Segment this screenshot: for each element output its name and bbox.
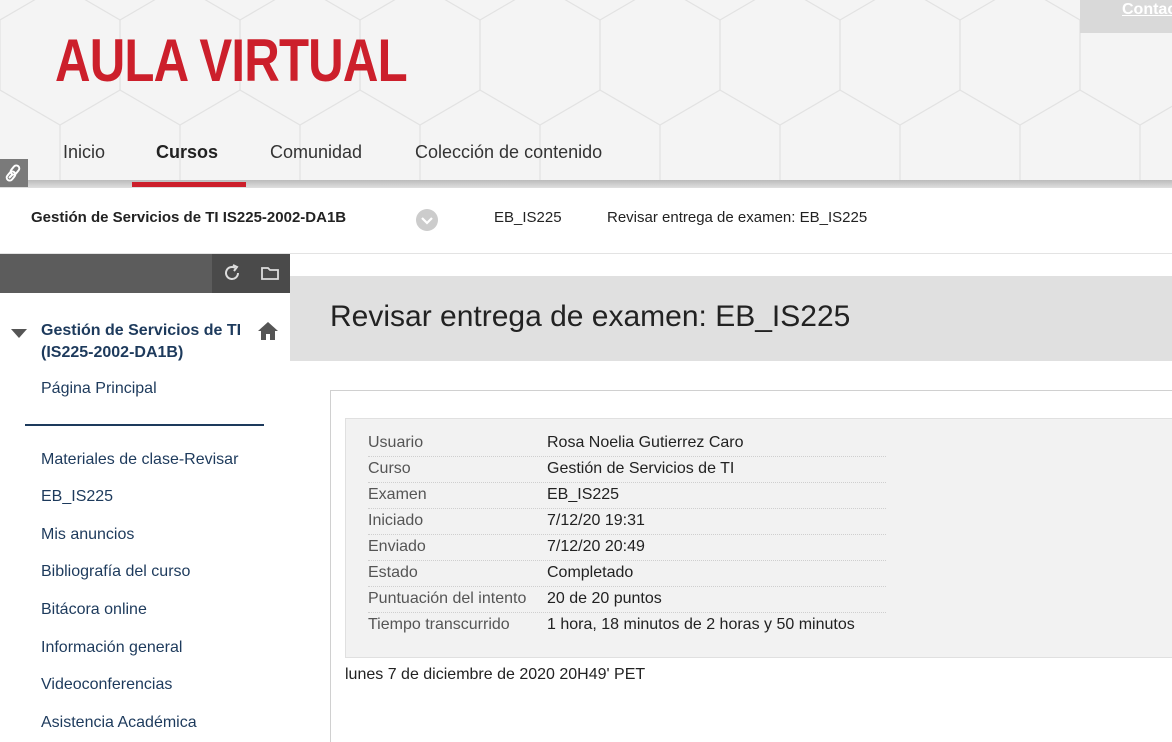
summary-row: Usuario Rosa Noelia Gutierrez Caro	[368, 431, 886, 457]
sidebar-toolbar	[0, 254, 290, 293]
active-tab-indicator	[132, 182, 246, 187]
course-menu: Gestión de Servicios de TI (IS225-2002-D…	[0, 293, 290, 742]
sidebar-tools	[212, 254, 290, 293]
summary-value: 1 hora, 18 minutos de 2 horas y 50 minut…	[547, 616, 855, 633]
collapse-arrow-icon[interactable]	[11, 329, 27, 338]
page-title: Revisar entrega de examen: EB_IS225	[330, 300, 851, 333]
summary-label: Estado	[368, 564, 418, 581]
site-header: AULA VIRTUAL Contac Inicio Cursos Comuni…	[0, 0, 1172, 188]
link-icon[interactable]	[0, 159, 28, 187]
sidebar-item-bibliografia[interactable]: Bibliografía del curso	[41, 563, 190, 581]
summary-row: Examen EB_IS225	[368, 483, 886, 509]
summary-row: Enviado 7/12/20 20:49	[368, 535, 886, 561]
sidebar-item-videoconferencias[interactable]: Videoconferencias	[41, 676, 172, 694]
contact-link[interactable]: Contac	[1080, 0, 1172, 33]
summary-label: Enviado	[368, 538, 426, 555]
sidebar-item-pagina-principal[interactable]: Página Principal	[41, 380, 157, 398]
summary-row: Curso Gestión de Servicios de TI	[368, 457, 886, 483]
summary-label: Examen	[368, 486, 427, 503]
sidebar-item-bitacora[interactable]: Bitácora online	[41, 601, 147, 619]
summary-value: 7/12/20 19:31	[547, 512, 645, 529]
summary-value: Gestión de Servicios de TI	[547, 460, 735, 477]
summary-row: Estado Completado	[368, 561, 886, 587]
submission-timestamp: lunes 7 de diciembre de 2020 20H49' PET	[345, 666, 646, 683]
summary-row: Iniciado 7/12/20 19:31	[368, 509, 886, 535]
chevron-down-icon[interactable]	[416, 209, 438, 231]
sidebar-item-asistencia-academica[interactable]: Asistencia Académica	[41, 714, 197, 732]
sidebar-item-eb-is225[interactable]: EB_IS225	[41, 488, 113, 506]
summary-label: Curso	[368, 460, 411, 477]
summary-label: Tiempo transcurrido	[368, 616, 510, 633]
content-top-spacer	[290, 254, 1172, 276]
summary-value: 7/12/20 20:49	[547, 538, 645, 555]
page-title-band: Revisar entrega de examen: EB_IS225	[290, 276, 1172, 361]
folder-icon[interactable]	[259, 262, 281, 284]
summary-value: 20 de 20 puntos	[547, 590, 662, 607]
tab-comunidad[interactable]: Comunidad	[270, 142, 362, 163]
summary-value: EB_IS225	[547, 486, 620, 503]
summary-label: Iniciado	[368, 512, 424, 529]
summary-row: Puntuación del intento 20 de 20 puntos	[368, 587, 886, 613]
tab-coleccion-de-contenido[interactable]: Colección de contenido	[415, 142, 602, 163]
breadcrumb: Gestión de Servicios de TI IS225-2002-DA…	[0, 188, 1172, 254]
breadcrumb-exam[interactable]: EB_IS225	[494, 209, 562, 226]
sidebar-course-title[interactable]: Gestión de Servicios de TI (IS225-2002-D…	[41, 320, 266, 364]
refresh-icon[interactable]	[221, 262, 243, 284]
site-logo[interactable]: AULA VIRTUAL	[55, 26, 408, 95]
summary-row: Tiempo transcurrido 1 hora, 18 minutos d…	[368, 613, 886, 639]
submission-summary: Usuario Rosa Noelia Gutierrez Caro Curso…	[345, 418, 1172, 658]
summary-label: Puntuación del intento	[368, 590, 527, 607]
sidebar-item-mis-anuncios[interactable]: Mis anuncios	[41, 526, 134, 544]
summary-value: Completado	[547, 564, 634, 581]
sidebar-divider	[25, 424, 264, 426]
home-icon[interactable]	[257, 321, 279, 341]
tab-cursos[interactable]: Cursos	[156, 142, 218, 163]
summary-label: Usuario	[368, 434, 424, 451]
sidebar-item-materiales[interactable]: Materiales de clase-Revisar	[41, 451, 238, 469]
breadcrumb-course[interactable]: Gestión de Servicios de TI IS225-2002-DA…	[31, 209, 346, 226]
breadcrumb-current: Revisar entrega de examen: EB_IS225	[607, 209, 868, 226]
sidebar-item-informacion-general[interactable]: Información general	[41, 639, 182, 657]
summary-value: Rosa Noelia Gutierrez Caro	[547, 434, 744, 451]
tab-inicio[interactable]: Inicio	[63, 142, 105, 163]
